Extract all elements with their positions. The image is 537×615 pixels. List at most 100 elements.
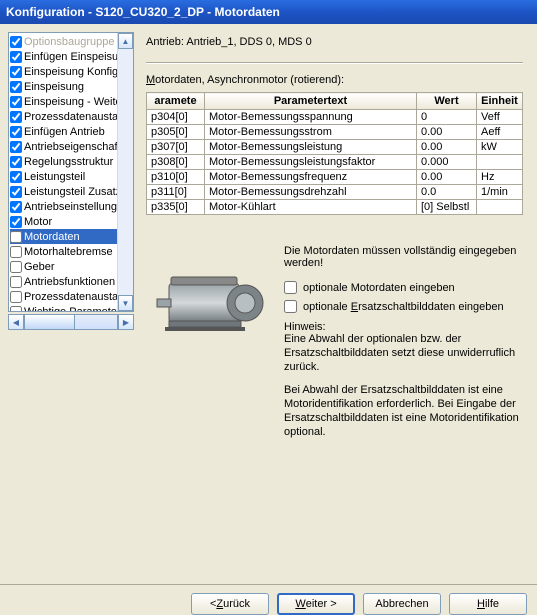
- scroll-left-icon[interactable]: ◀: [8, 314, 24, 330]
- th-value[interactable]: Wert: [417, 93, 477, 110]
- warning-text: Die Motordaten müssen vollständig eingeg…: [284, 245, 523, 269]
- tree-hscroll[interactable]: ◀ ▶: [8, 314, 134, 330]
- tree-checkbox[interactable]: [10, 171, 22, 183]
- tree-checkbox[interactable]: [10, 111, 22, 123]
- tree-checkbox[interactable]: [10, 231, 22, 243]
- tree-checkbox[interactable]: [10, 291, 22, 303]
- tree-checkbox[interactable]: [10, 66, 22, 78]
- cell-text[interactable]: Motor-Bemessungsfrequenz: [205, 170, 417, 185]
- tree-item[interactable]: Motordaten: [10, 229, 126, 244]
- optional-motordata-checkbox[interactable]: [284, 281, 297, 294]
- hscroll-thumb[interactable]: [25, 315, 75, 329]
- tree-checkbox[interactable]: [10, 36, 22, 48]
- scroll-track[interactable]: [118, 49, 133, 295]
- tree-checkbox[interactable]: [10, 186, 22, 198]
- cell-value[interactable]: [0] Selbstl: [417, 200, 477, 215]
- tree-checkbox[interactable]: [10, 51, 22, 63]
- tree-checkbox[interactable]: [10, 216, 22, 228]
- table-row[interactable]: p307[0]Motor-Bemessungsleistung0.00kW: [147, 140, 523, 155]
- table-row[interactable]: p310[0]Motor-Bemessungsfrequenz0.00Hz: [147, 170, 523, 185]
- tree-checkbox[interactable]: [10, 201, 22, 213]
- cell-value[interactable]: 0: [417, 110, 477, 125]
- cell-param[interactable]: p305[0]: [147, 125, 205, 140]
- th-text[interactable]: Parametertext: [205, 93, 417, 110]
- tree-item[interactable]: Wichtige Paramete: [10, 304, 126, 311]
- parameter-table[interactable]: aramete Parametertext Wert Einheit p304[…: [146, 92, 523, 215]
- tree-checkbox[interactable]: [10, 156, 22, 168]
- cell-unit[interactable]: Aeff: [477, 125, 523, 140]
- cell-param[interactable]: p311[0]: [147, 185, 205, 200]
- help-button[interactable]: Hilfe: [449, 593, 527, 615]
- cell-param[interactable]: p310[0]: [147, 170, 205, 185]
- tree-item[interactable]: Prozessdatenausta: [10, 289, 126, 304]
- th-param[interactable]: aramete: [147, 93, 205, 110]
- table-row[interactable]: p311[0]Motor-Bemessungsdrehzahl0.01/min: [147, 185, 523, 200]
- hscroll-track[interactable]: [24, 314, 118, 330]
- check-optional-ersatz[interactable]: optionale Ersatzschaltbilddaten eingeben: [284, 300, 523, 313]
- cell-unit[interactable]: Veff: [477, 110, 523, 125]
- tree-item[interactable]: Leistungsteil: [10, 169, 126, 184]
- cell-value[interactable]: 0.00: [417, 125, 477, 140]
- tree-checkbox[interactable]: [10, 141, 22, 153]
- cell-text[interactable]: Motor-Bemessungsdrehzahl: [205, 185, 417, 200]
- check-optional-motordata[interactable]: optionale Motordaten eingeben: [284, 281, 523, 294]
- next-button[interactable]: Weiter >: [277, 593, 355, 615]
- cell-text[interactable]: Motor-Bemessungsleistung: [205, 140, 417, 155]
- cell-unit[interactable]: kW: [477, 140, 523, 155]
- cell-value[interactable]: 0.000: [417, 155, 477, 170]
- tree-item-label: Antriebsfunktionen: [24, 276, 115, 288]
- scroll-right-icon[interactable]: ▶: [118, 314, 134, 330]
- tree-checkbox[interactable]: [10, 81, 22, 93]
- cell-param[interactable]: p304[0]: [147, 110, 205, 125]
- cell-param[interactable]: p308[0]: [147, 155, 205, 170]
- cell-text[interactable]: Motor-Bemessungsstrom: [205, 125, 417, 140]
- tree-item[interactable]: Einspeisung: [10, 79, 126, 94]
- table-row[interactable]: p304[0]Motor-Bemessungsspannung0Veff: [147, 110, 523, 125]
- tree-item[interactable]: Leistungsteil Zusatz: [10, 184, 126, 199]
- table-row[interactable]: p308[0]Motor-Bemessungsleistungsfaktor0.…: [147, 155, 523, 170]
- tree-item[interactable]: Einspeisung - Weite: [10, 94, 126, 109]
- nav-tree[interactable]: OptionsbaugruppeEinfügen EinspeisuEinspe…: [8, 32, 134, 312]
- tree-item[interactable]: Antriebseinstellung: [10, 199, 126, 214]
- tree-checkbox[interactable]: [10, 96, 22, 108]
- tree-item[interactable]: Optionsbaugruppe: [10, 34, 126, 49]
- hint-line2: Bei Abwahl der Ersatzschaltbilddaten ist…: [284, 384, 523, 439]
- cell-value[interactable]: 0.00: [417, 170, 477, 185]
- tree-vscroll[interactable]: ▲ ▼: [117, 33, 133, 311]
- tree-item[interactable]: Antriebsfunktionen: [10, 274, 126, 289]
- tree-checkbox[interactable]: [10, 246, 22, 258]
- cell-unit[interactable]: [477, 200, 523, 215]
- cancel-button[interactable]: Abbrechen: [363, 593, 441, 615]
- tree-checkbox[interactable]: [10, 261, 22, 273]
- tree-item[interactable]: Antriebseigenschaf: [10, 139, 126, 154]
- tree-item[interactable]: Regelungsstruktur: [10, 154, 126, 169]
- cell-param[interactable]: p307[0]: [147, 140, 205, 155]
- tree-checkbox[interactable]: [10, 126, 22, 138]
- table-row[interactable]: p305[0]Motor-Bemessungsstrom0.00Aeff: [147, 125, 523, 140]
- tree-checkbox[interactable]: [10, 276, 22, 288]
- cell-text[interactable]: Motor-Bemessungsspannung: [205, 110, 417, 125]
- table-row[interactable]: p335[0]Motor-Kühlart[0] Selbstl: [147, 200, 523, 215]
- cell-text[interactable]: Motor-Kühlart: [205, 200, 417, 215]
- cell-text[interactable]: Motor-Bemessungsleistungsfaktor: [205, 155, 417, 170]
- cell-value[interactable]: 0.00: [417, 140, 477, 155]
- cell-unit[interactable]: 1/min: [477, 185, 523, 200]
- cell-unit[interactable]: Hz: [477, 170, 523, 185]
- tree-item[interactable]: Einfügen Einspeisu: [10, 49, 126, 64]
- th-unit[interactable]: Einheit: [477, 93, 523, 110]
- scroll-down-icon[interactable]: ▼: [118, 295, 133, 311]
- tree-item[interactable]: Motorhaltebremse: [10, 244, 126, 259]
- cell-param[interactable]: p335[0]: [147, 200, 205, 215]
- cell-unit[interactable]: [477, 155, 523, 170]
- scroll-up-icon[interactable]: ▲: [118, 33, 133, 49]
- tree-item-label: Motor: [24, 216, 52, 228]
- cell-value[interactable]: 0.0: [417, 185, 477, 200]
- tree-item[interactable]: Motor: [10, 214, 126, 229]
- back-button[interactable]: < Zurück: [191, 593, 269, 615]
- tree-checkbox[interactable]: [10, 306, 22, 312]
- tree-item[interactable]: Prozessdatenausta: [10, 109, 126, 124]
- tree-item[interactable]: Geber: [10, 259, 126, 274]
- tree-item[interactable]: Einfügen Antrieb: [10, 124, 126, 139]
- tree-item[interactable]: Einspeisung Konfig: [10, 64, 126, 79]
- optional-ersatz-checkbox[interactable]: [284, 300, 297, 313]
